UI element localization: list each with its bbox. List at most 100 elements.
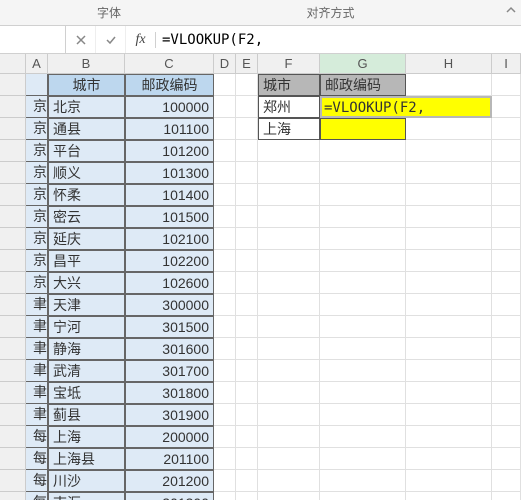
cell[interactable] bbox=[320, 382, 406, 404]
cell[interactable] bbox=[320, 470, 406, 492]
cancel-icon[interactable] bbox=[66, 26, 96, 53]
col-header-F[interactable]: F bbox=[258, 54, 320, 73]
cell[interactable] bbox=[406, 294, 492, 316]
cell[interactable] bbox=[214, 162, 236, 184]
city-cell[interactable]: 北京 bbox=[48, 96, 125, 118]
cell[interactable] bbox=[214, 294, 236, 316]
cell[interactable] bbox=[236, 448, 258, 470]
cell[interactable]: 京 bbox=[26, 140, 48, 162]
cell[interactable] bbox=[236, 294, 258, 316]
cell[interactable] bbox=[492, 492, 521, 500]
cell[interactable] bbox=[214, 338, 236, 360]
cell[interactable] bbox=[214, 404, 236, 426]
code-cell[interactable]: 102200 bbox=[125, 250, 214, 272]
code-cell[interactable]: 301700 bbox=[125, 360, 214, 382]
cell[interactable] bbox=[492, 74, 521, 96]
code-cell[interactable]: 301800 bbox=[125, 382, 214, 404]
cell[interactable] bbox=[406, 228, 492, 250]
cell[interactable] bbox=[258, 184, 320, 206]
city-cell[interactable]: 天津 bbox=[48, 294, 125, 316]
cell[interactable] bbox=[492, 382, 521, 404]
cell[interactable] bbox=[492, 206, 521, 228]
code-cell[interactable]: 301900 bbox=[125, 404, 214, 426]
cell[interactable] bbox=[258, 404, 320, 426]
cell[interactable] bbox=[236, 96, 258, 118]
cell[interactable] bbox=[406, 206, 492, 228]
cell[interactable] bbox=[406, 316, 492, 338]
cell[interactable] bbox=[214, 360, 236, 382]
cell[interactable] bbox=[236, 338, 258, 360]
cell[interactable] bbox=[214, 184, 236, 206]
row-header[interactable] bbox=[0, 250, 26, 272]
cell[interactable] bbox=[258, 228, 320, 250]
city-cell[interactable]: 蓟县 bbox=[48, 404, 125, 426]
cell[interactable] bbox=[258, 426, 320, 448]
cell[interactable] bbox=[492, 272, 521, 294]
fx-icon[interactable]: fx bbox=[126, 32, 156, 48]
cell[interactable] bbox=[492, 448, 521, 470]
cell[interactable]: 京 bbox=[26, 118, 48, 140]
active-formula-cell[interactable]: =VLOOKUP(F2, bbox=[320, 96, 406, 118]
row-header[interactable] bbox=[0, 140, 26, 162]
cell[interactable] bbox=[320, 272, 406, 294]
cell[interactable]: 聿 bbox=[26, 316, 48, 338]
lookup-city[interactable]: 上海 bbox=[258, 118, 320, 140]
cell[interactable] bbox=[320, 184, 406, 206]
col-header-I[interactable]: I bbox=[492, 54, 521, 73]
col-header-A[interactable]: A bbox=[26, 54, 48, 73]
cell[interactable] bbox=[236, 492, 258, 500]
cell[interactable] bbox=[492, 162, 521, 184]
code-cell[interactable]: 101100 bbox=[125, 118, 214, 140]
name-box[interactable] bbox=[0, 26, 66, 53]
cell[interactable]: 京 bbox=[26, 96, 48, 118]
cell[interactable] bbox=[214, 492, 236, 500]
cell[interactable] bbox=[258, 492, 320, 500]
city-cell[interactable]: 大兴 bbox=[48, 272, 125, 294]
cell[interactable] bbox=[214, 228, 236, 250]
cell[interactable] bbox=[236, 228, 258, 250]
cell[interactable] bbox=[320, 162, 406, 184]
row-header[interactable] bbox=[0, 316, 26, 338]
cell[interactable] bbox=[320, 294, 406, 316]
cell[interactable] bbox=[492, 140, 521, 162]
code-cell[interactable]: 201100 bbox=[125, 448, 214, 470]
cell[interactable] bbox=[236, 382, 258, 404]
cell[interactable] bbox=[214, 96, 236, 118]
city-cell[interactable]: 上海 bbox=[48, 426, 125, 448]
header-code[interactable]: 邮政编码 bbox=[125, 74, 214, 96]
formula-editing-overlay[interactable]: =VLOOKUP(F2, bbox=[320, 96, 492, 118]
lookup-header-city[interactable]: 城市 bbox=[258, 74, 320, 96]
cell[interactable] bbox=[236, 118, 258, 140]
col-header-H[interactable]: H bbox=[406, 54, 492, 73]
cell[interactable]: 京 bbox=[26, 272, 48, 294]
code-cell[interactable]: 201300 bbox=[125, 492, 214, 500]
cell[interactable] bbox=[320, 492, 406, 500]
row-header[interactable] bbox=[0, 404, 26, 426]
code-cell[interactable]: 301500 bbox=[125, 316, 214, 338]
cell[interactable] bbox=[406, 360, 492, 382]
cell[interactable] bbox=[320, 426, 406, 448]
cell[interactable] bbox=[258, 250, 320, 272]
cell[interactable] bbox=[258, 360, 320, 382]
lookup-header-code[interactable]: 邮政编码 bbox=[320, 74, 406, 96]
row-header[interactable] bbox=[0, 426, 26, 448]
city-cell[interactable]: 怀柔 bbox=[48, 184, 125, 206]
cell[interactable]: 每 bbox=[26, 470, 48, 492]
cell[interactable] bbox=[258, 470, 320, 492]
select-all-corner[interactable] bbox=[0, 54, 26, 73]
cell[interactable] bbox=[406, 492, 492, 500]
lookup-result-cell[interactable] bbox=[320, 118, 406, 140]
cell[interactable] bbox=[492, 316, 521, 338]
cell[interactable]: 京 bbox=[26, 162, 48, 184]
cell[interactable] bbox=[214, 74, 236, 96]
cell[interactable] bbox=[214, 206, 236, 228]
row-header[interactable] bbox=[0, 492, 26, 500]
row-header[interactable] bbox=[0, 162, 26, 184]
cell[interactable] bbox=[492, 338, 521, 360]
cell[interactable] bbox=[320, 206, 406, 228]
ribbon-group-align[interactable]: 对齐方式 bbox=[218, 0, 393, 25]
cell[interactable]: 聿 bbox=[26, 404, 48, 426]
cell[interactable] bbox=[492, 250, 521, 272]
code-cell[interactable]: 101200 bbox=[125, 140, 214, 162]
city-cell[interactable]: 密云 bbox=[48, 206, 125, 228]
